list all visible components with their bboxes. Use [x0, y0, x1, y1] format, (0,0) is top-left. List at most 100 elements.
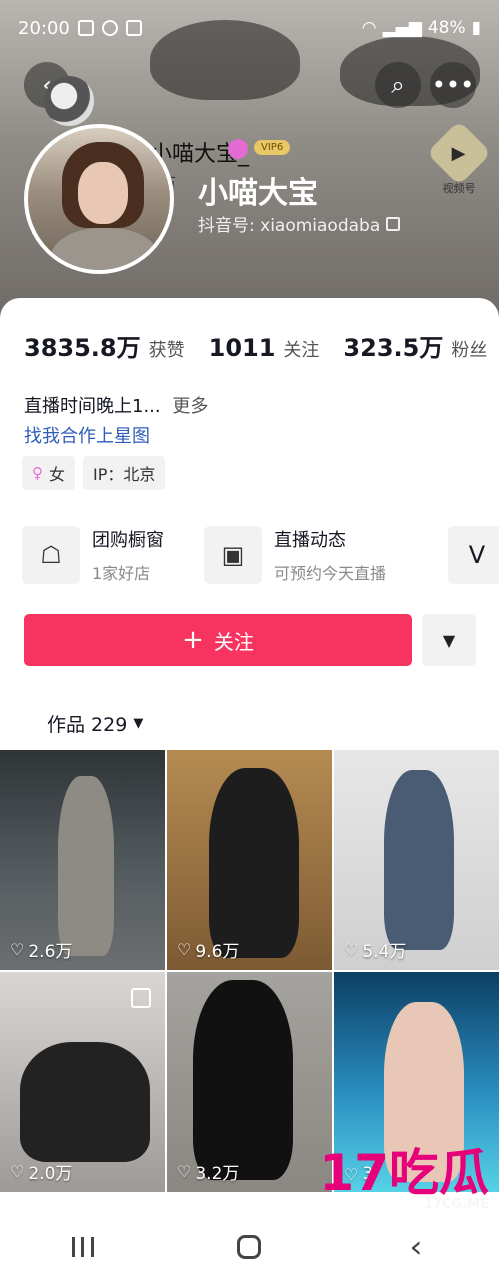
status-bar: 20:00 ◠ ▂▄▆ 48% ▮: [0, 0, 499, 56]
tile-figure: [209, 768, 299, 958]
stat-value: 323.5万: [343, 334, 444, 362]
heart-icon: ♡: [177, 940, 192, 959]
battery-icon: ▮: [471, 18, 481, 38]
service-title: 团购橱窗: [92, 530, 164, 551]
bio-text: 直播时间晚上1...: [24, 396, 161, 417]
tile-figure: [384, 770, 454, 950]
service-more[interactable]: V: [448, 526, 499, 584]
stat-followers[interactable]: 323.5万 粉丝: [343, 328, 487, 363]
bio-more-link[interactable]: 更多: [172, 396, 208, 417]
tile-figure: [193, 980, 293, 1180]
stat-label: 关注: [283, 340, 320, 361]
heart-icon: ♡: [177, 1162, 192, 1181]
follow-dropdown-button[interactable]: ▼: [422, 614, 476, 666]
stat-value: 1011: [208, 334, 276, 362]
message-icon: [101, 20, 118, 36]
avatar-body: [50, 228, 160, 270]
heart-icon: ♡: [10, 940, 25, 959]
service-title: 直播动态: [274, 530, 346, 551]
video-channel-icon: ▶: [426, 120, 492, 186]
creator-badge-icon: [228, 139, 248, 159]
ip-text: IP：北京: [93, 465, 156, 484]
like-count: ♡ 3.2万: [177, 1159, 239, 1184]
stats-row: 3835.8万 获赞 1011 关注 323.5万 粉丝: [24, 328, 487, 363]
like-count: ♡ 2.6万: [10, 937, 72, 962]
tv-icon: ▣: [204, 526, 262, 584]
avatar[interactable]: [24, 124, 174, 274]
video-tile[interactable]: ♡ 9.6万: [167, 750, 332, 970]
ip-tag: IP：北京: [83, 456, 166, 490]
mini-avatar: [44, 76, 94, 126]
video-tile[interactable]: ♡ 2.6万: [0, 750, 165, 970]
bio: 直播时间晚上1... 更多: [24, 392, 208, 418]
back-icon: ‹: [409, 1229, 423, 1265]
follow-label: 关注: [213, 629, 254, 654]
video-channel-label: 视频号: [442, 182, 476, 195]
more-button[interactable]: •••: [430, 62, 476, 108]
more-icon: •••: [431, 71, 475, 99]
like-count: ♡ 5.4万: [344, 937, 406, 962]
gender-text: 女: [49, 465, 66, 484]
like-count: ♡ 9.6万: [177, 937, 239, 962]
service-live[interactable]: ▣ 直播动态 可预约今天直播: [204, 526, 386, 584]
home-icon: [237, 1235, 262, 1259]
heart-icon: ♡: [10, 1162, 25, 1181]
recent-apps-icon: [72, 1237, 95, 1257]
triangle-down-icon: ▼: [442, 630, 456, 650]
recent-apps-button[interactable]: [33, 1237, 133, 1257]
stat-likes[interactable]: 3835.8万 获赞: [24, 328, 185, 363]
works-label: 作品 229: [47, 714, 128, 736]
female-icon: ♀: [32, 464, 43, 482]
like-count: ♡ 2.0万: [10, 1159, 72, 1184]
douyin-id-text: 抖音号: xiaomiaodaba: [198, 216, 381, 236]
like-value: 2.0万: [28, 1164, 73, 1184]
system-navigation-bar: ‹: [0, 1214, 499, 1280]
services-row: ☖ 团购橱窗 1家好店 ▣ 直播动态 可预约今天直播: [22, 526, 386, 584]
follow-button[interactable]: + 关注: [24, 614, 412, 666]
video-tile[interactable]: ♡ 3.2万: [167, 972, 332, 1192]
home-button[interactable]: [199, 1235, 299, 1259]
service-subtitle: 1家好店: [92, 564, 151, 583]
stat-label: 粉丝: [451, 340, 488, 361]
site-watermark: 17吃瓜 17CG.ME: [319, 1148, 489, 1211]
signal-icon: ▂▄▆: [382, 18, 422, 38]
multi-photo-icon: [131, 988, 151, 1008]
profile-sheet: 3835.8万 获赞 1011 关注 323.5万 粉丝 直播时间晚上1... …: [0, 298, 499, 1214]
copy-icon[interactable]: [386, 216, 401, 231]
profile-tags: ♀ 女 IP：北京: [22, 456, 166, 490]
wifi-icon: ◠: [361, 18, 377, 38]
search-button[interactable]: ⌕: [375, 62, 421, 108]
tile-figure: [58, 776, 114, 956]
service-shop-window[interactable]: ☖ 团购橱窗 1家好店: [22, 526, 164, 584]
works-grid: ♡ 2.6万 ♡ 9.6万 ♡ 5.4万 ♡ 2.0万 ♡ 3.2万 ♡ 3: [0, 750, 499, 1192]
service-subtitle: 可预约今天直播: [274, 564, 387, 583]
gender-tag: ♀ 女: [22, 456, 76, 490]
douyin-id[interactable]: 抖音号: xiaomiaodaba: [198, 211, 401, 236]
clipboard-icon: [125, 20, 142, 36]
like-value: 2.6万: [28, 942, 73, 962]
v-logo-icon: V: [468, 541, 486, 569]
status-time: 20:00: [18, 17, 70, 39]
like-value: 3.2万: [195, 1164, 240, 1184]
stat-label: 获赞: [148, 340, 185, 361]
vip-badge: VIP6: [254, 140, 291, 155]
gallery-icon: [77, 20, 94, 36]
stat-following[interactable]: 1011 关注: [209, 334, 320, 362]
video-channel-badge[interactable]: ▶ 视频号: [426, 120, 492, 195]
avatar-face: [78, 162, 128, 224]
watermark-logo: 17吃瓜: [319, 1144, 489, 1202]
display-name: 小喵大宝: [198, 176, 318, 211]
battery-text: 48%: [427, 18, 466, 38]
plus-icon: +: [182, 625, 204, 655]
back-button-system[interactable]: ‹: [366, 1230, 466, 1265]
collaboration-link[interactable]: 找我合作上星图: [24, 422, 150, 448]
tile-figure: [20, 1042, 150, 1162]
like-value: 5.4万: [362, 942, 407, 962]
like-value: 9.6万: [195, 942, 240, 962]
caret-down-icon: ▼: [133, 716, 144, 731]
stat-value: 3835.8万: [24, 334, 141, 362]
works-tab[interactable]: 作品 229 ▼: [47, 710, 143, 737]
video-tile[interactable]: ♡ 5.4万: [334, 750, 499, 970]
store-icon: ☖: [22, 526, 80, 584]
video-tile[interactable]: ♡ 2.0万: [0, 972, 165, 1192]
